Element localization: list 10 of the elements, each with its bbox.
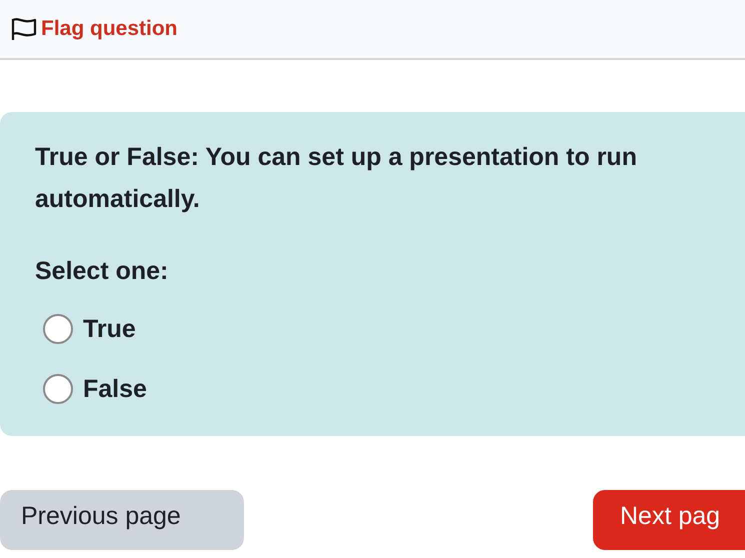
option-label: True bbox=[83, 314, 136, 345]
flag-icon bbox=[11, 17, 37, 41]
select-prompt: Select one: bbox=[35, 256, 170, 287]
question-text: True or False: You can set up a presentation to run automatically. bbox=[35, 142, 638, 215]
flag-question-link[interactable]: Flag question bbox=[11, 17, 178, 41]
option-label: False bbox=[83, 374, 147, 405]
next-page-button[interactable]: Next pag bbox=[593, 490, 745, 550]
radio-button[interactable] bbox=[43, 314, 73, 344]
previous-page-button[interactable]: Previous page bbox=[0, 490, 244, 550]
radio-button[interactable] bbox=[43, 374, 73, 404]
